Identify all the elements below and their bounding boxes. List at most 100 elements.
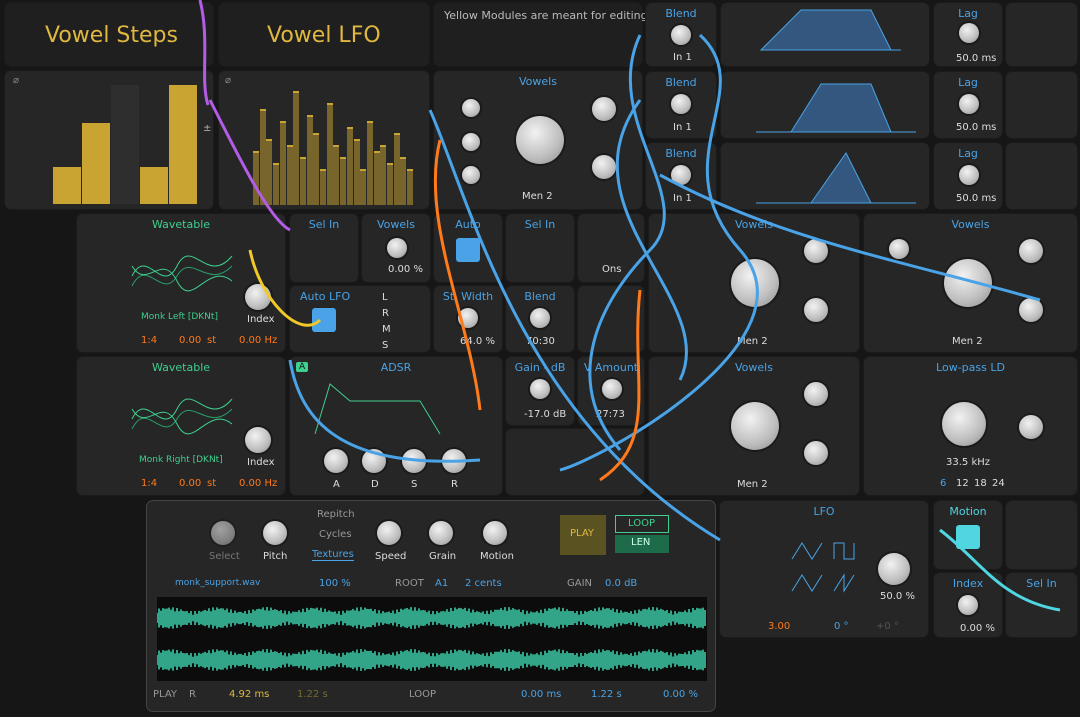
sample-percent[interactable]: 100 % xyxy=(319,578,351,589)
lfo-phase-offset[interactable]: +0 ° xyxy=(876,621,899,632)
lfo-step-bar[interactable] xyxy=(326,103,333,205)
envelope-shape-2[interactable] xyxy=(720,71,930,139)
resonance-knob[interactable] xyxy=(1019,415,1043,439)
decay-knob[interactable] xyxy=(362,449,386,473)
slope-24[interactable]: 24 xyxy=(992,478,1005,489)
small-knob[interactable] xyxy=(804,441,828,465)
gain-value[interactable]: 0.0 dB xyxy=(605,578,637,589)
preset-label[interactable]: Men 2 xyxy=(737,336,768,347)
repitch-option[interactable]: Repitch xyxy=(317,509,355,520)
select-knob[interactable] xyxy=(211,521,235,545)
ons-module[interactable]: Ons xyxy=(577,213,645,283)
semitone-value[interactable]: 0.00 xyxy=(179,335,201,346)
small-knob[interactable] xyxy=(804,382,828,406)
small-knob[interactable] xyxy=(592,97,616,121)
play-button[interactable]: PLAY xyxy=(560,515,606,555)
root-value[interactable]: A1 xyxy=(435,578,448,589)
lowpass-module[interactable]: Low-pass LD 33.5 kHz 6 12 18 24 xyxy=(863,356,1078,496)
bypass-icon[interactable]: ⌀ xyxy=(13,75,19,86)
len-button[interactable]: LEN xyxy=(615,535,669,553)
index-knob[interactable] xyxy=(958,595,978,615)
vowel-knob[interactable] xyxy=(387,238,407,258)
small-knob[interactable] xyxy=(804,239,828,263)
textures-option[interactable]: Textures xyxy=(312,549,354,561)
vowel-knob[interactable] xyxy=(731,402,779,450)
s-label[interactable]: S xyxy=(382,340,388,351)
lfo-step-bar[interactable] xyxy=(313,133,320,205)
lfo-step-bar[interactable] xyxy=(373,151,380,205)
sel-in-module-3[interactable]: Sel In xyxy=(1005,572,1078,638)
m-label[interactable]: M xyxy=(382,324,391,335)
vowel-knob[interactable] xyxy=(731,259,779,307)
loop-length[interactable]: 1.22 s xyxy=(591,689,622,700)
stereo-width-module[interactable]: St. Width 64.0 % xyxy=(433,285,503,353)
lfo-step-bar[interactable] xyxy=(320,169,326,205)
small-knob[interactable] xyxy=(1019,239,1043,263)
keyboard-module[interactable] xyxy=(505,428,645,496)
vowel-knob[interactable] xyxy=(516,116,564,164)
lag-module-3[interactable]: Lag 50.0 ms xyxy=(933,142,1003,210)
motion-module[interactable]: Motion xyxy=(933,500,1003,570)
blend-knob[interactable] xyxy=(671,165,691,185)
lfo-module[interactable]: LFO 50.0 % 3.00 0 ° +0 ° xyxy=(719,500,929,638)
preset-label[interactable]: Men 2 xyxy=(522,191,553,202)
sustain-knob[interactable] xyxy=(402,449,426,473)
envelope-shape-1[interactable] xyxy=(720,2,930,67)
index-knob[interactable] xyxy=(245,427,271,453)
wavetable-name[interactable]: Monk Left [DKNt] xyxy=(141,312,218,322)
preset-label[interactable]: Men 2 xyxy=(952,336,983,347)
small-knob[interactable] xyxy=(462,166,480,184)
step-bar[interactable] xyxy=(140,166,168,204)
step-bar[interactable] xyxy=(111,85,139,204)
small-knob[interactable] xyxy=(462,99,480,117)
vowels-module-r3[interactable]: Vowels Men 2 xyxy=(648,356,860,496)
sel-in-module-2[interactable]: Sel In xyxy=(505,213,575,283)
loop-button[interactable]: LOOP xyxy=(615,515,669,533)
plus-minus-icon[interactable]: ± xyxy=(203,123,211,134)
lfo-step-bar[interactable] xyxy=(380,145,387,205)
release-knob[interactable] xyxy=(442,449,466,473)
lag-knob[interactable] xyxy=(959,165,979,185)
adsr-module[interactable]: ADSR A A D S R xyxy=(289,356,503,496)
auto-lfo-button[interactable] xyxy=(312,308,336,332)
pitch-knob[interactable] xyxy=(263,521,287,545)
vowels-module-r2[interactable]: Vowels Men 2 xyxy=(863,213,1078,353)
loop-fade[interactable]: 0.00 % xyxy=(663,689,698,700)
auto-lfo-module[interactable]: Auto LFO L R M S xyxy=(289,285,431,353)
r-label[interactable]: R xyxy=(382,308,389,319)
lfo-steps-display[interactable] xyxy=(253,85,415,205)
lfo-step-bar[interactable] xyxy=(306,115,313,205)
vowels-module-top[interactable]: Vowels Men 2 xyxy=(433,70,643,210)
lfo-step-bar[interactable] xyxy=(366,121,373,205)
lfo-step-bar[interactable] xyxy=(273,163,280,205)
lfo-amount-knob[interactable] xyxy=(878,553,910,585)
lfo-step-bar[interactable] xyxy=(346,127,353,205)
sel-in-module-1[interactable]: Sel In xyxy=(289,213,359,283)
lfo-step-bar[interactable] xyxy=(393,133,400,205)
semitone-value[interactable]: 0.00 xyxy=(179,478,201,489)
index-module[interactable]: Index 0.00 % xyxy=(933,572,1003,638)
lfo-step-bar[interactable] xyxy=(279,121,286,205)
wavetable-display[interactable] xyxy=(127,379,237,449)
envelope-graph[interactable] xyxy=(741,74,931,136)
hz-value[interactable]: 0.00 Hz xyxy=(239,335,277,346)
hz-value[interactable]: 0.00 Hz xyxy=(239,478,277,489)
lfo-step-bar[interactable] xyxy=(400,157,407,205)
lag-knob[interactable] xyxy=(959,23,979,43)
waveform-display[interactable] xyxy=(156,597,707,681)
motion-knob[interactable] xyxy=(483,521,507,545)
small-knob[interactable] xyxy=(592,155,616,179)
vowel-lfo-module[interactable]: ⌀ xyxy=(218,70,430,210)
attack-knob[interactable] xyxy=(324,449,348,473)
ratio-value[interactable]: 1:4 xyxy=(141,335,157,346)
loop-start[interactable]: 0.00 ms xyxy=(521,689,561,700)
blend-module-mid[interactable]: Blend 70:30 xyxy=(505,285,575,353)
lfo-step-bar[interactable] xyxy=(340,157,347,205)
envelope-graph[interactable] xyxy=(741,145,931,207)
ratio-value[interactable]: 1:4 xyxy=(141,478,157,489)
lfo-rate[interactable]: 3.00 xyxy=(768,621,790,632)
bypass-icon[interactable]: ⌀ xyxy=(225,75,231,86)
lfo-step-bar[interactable] xyxy=(360,169,367,205)
small-knob[interactable] xyxy=(889,239,909,259)
envelope-shape-3[interactable] xyxy=(720,142,930,210)
